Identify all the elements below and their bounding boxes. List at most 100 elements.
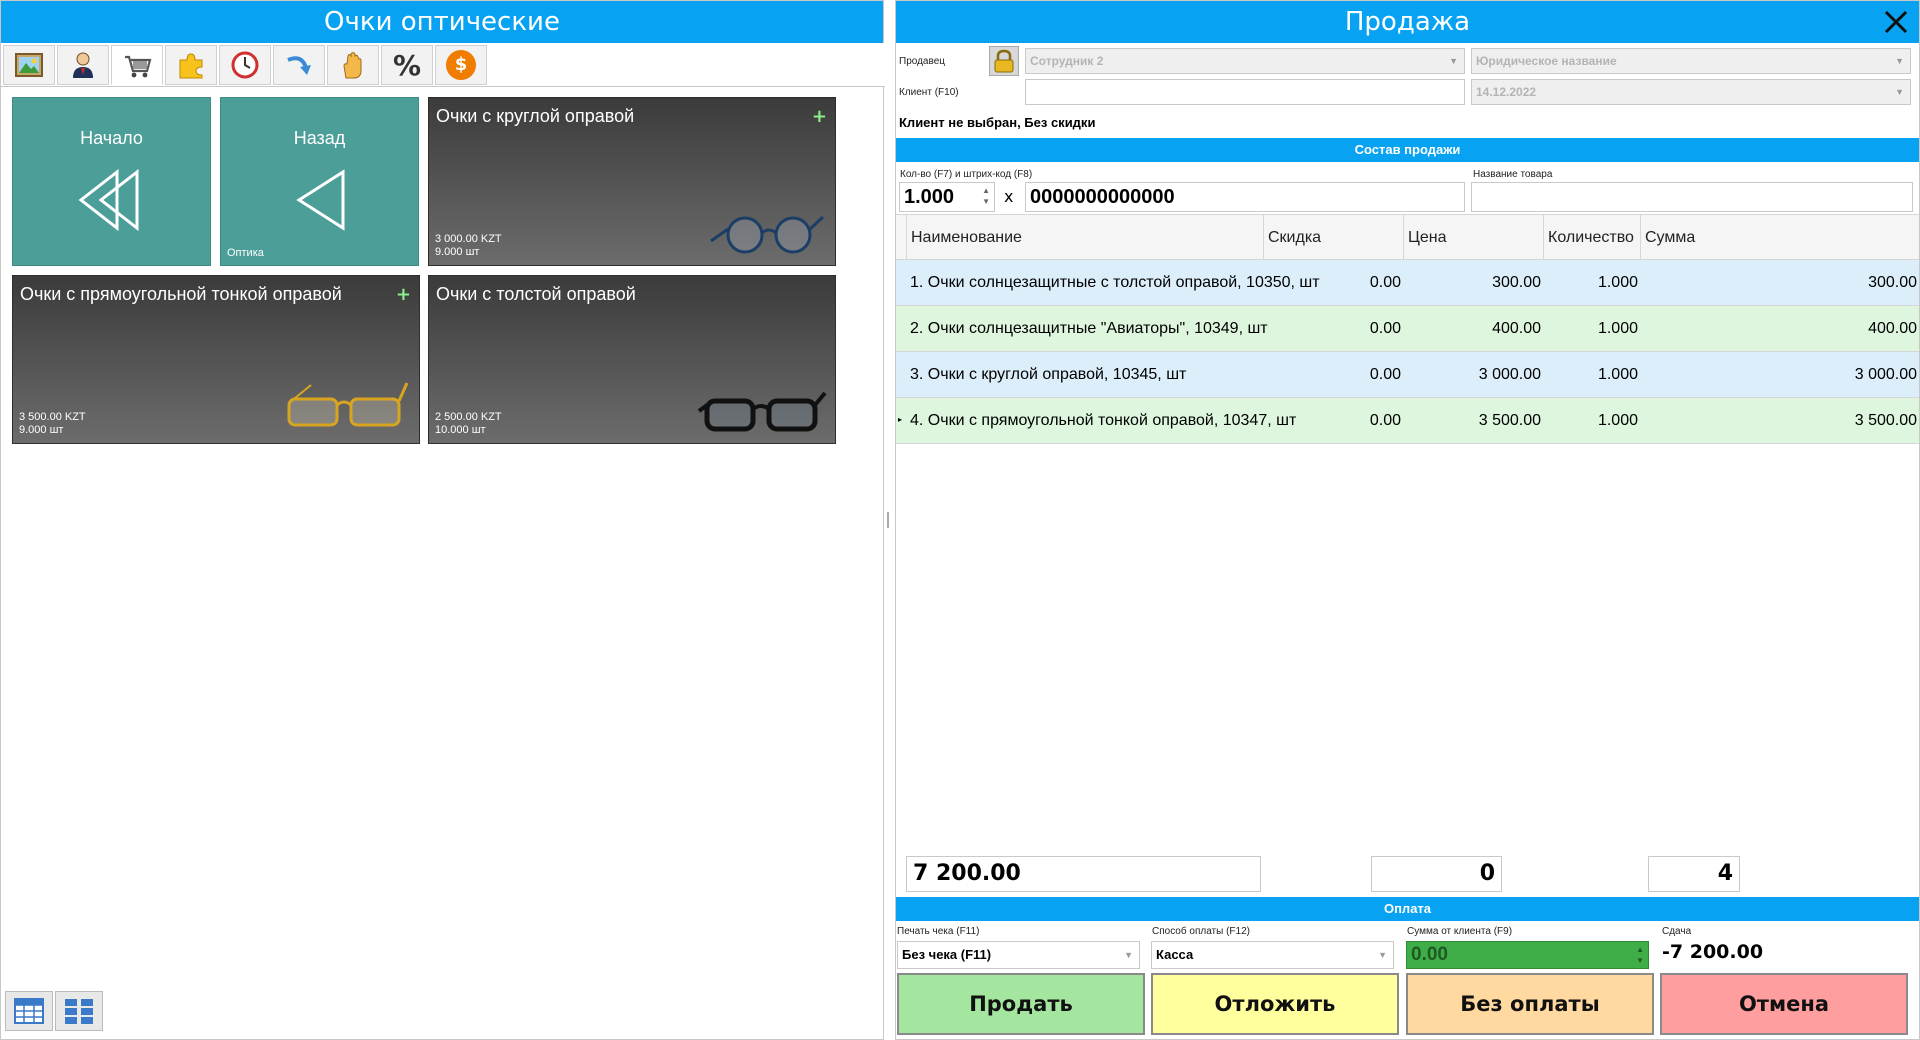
add-icon[interactable]: + — [812, 106, 827, 127]
row-price: 3 500.00 — [1478, 412, 1541, 429]
row-qty: 1.000 — [1597, 274, 1638, 291]
lock-icon[interactable] — [989, 46, 1019, 76]
stepper-arrows-icon[interactable]: ▲ ▼ — [982, 185, 990, 207]
start-tile[interactable]: Начало — [12, 97, 211, 266]
qty-label: Кол-во (F7) и штрих-код (F8) — [900, 169, 1033, 180]
row-sum: 3 500.00 — [1854, 412, 1917, 429]
payment-method-select[interactable]: Касса ▼ — [1151, 941, 1394, 969]
client-field[interactable] — [1025, 79, 1465, 105]
row-sum: 300.00 — [1868, 274, 1917, 291]
dollar-symbol: $ — [446, 50, 476, 80]
start-label: Начало — [80, 128, 143, 148]
catalog-panel: Очки оптические % $ Начало Назад Оптика … — [0, 0, 885, 1040]
qty-value: 1.000 — [904, 186, 955, 208]
row-qty: 1.000 — [1597, 320, 1638, 337]
table-row[interactable]: 2. Очки солнцезащитные "Авиаторы", 10349… — [896, 306, 1919, 352]
table-row[interactable]: 3. Очки с круглой оправой, 10345, шт 0.0… — [896, 352, 1919, 398]
left-arrow-icon — [296, 169, 345, 231]
row-pointer-icon: ▸ — [898, 415, 903, 424]
picture-icon[interactable] — [3, 45, 55, 85]
product-name: Очки с прямоугольной тонкой оправой — [20, 284, 342, 304]
table-header: Наименование Скидка Цена Количество Сумм… — [896, 214, 1919, 261]
sale-title-bar: Продажа — [896, 1, 1919, 43]
row-discount: 0.00 — [1369, 274, 1401, 291]
seller-value: Сотрудник 2 — [1030, 54, 1104, 68]
chevron-down-icon: ▼ — [1895, 87, 1904, 97]
composition-bar: Состав продажи — [896, 138, 1919, 162]
row-name: 1. Очки солнцезащитные с толстой оправой… — [910, 274, 1320, 291]
hand-icon[interactable] — [327, 45, 379, 85]
add-icon[interactable]: + — [396, 284, 411, 305]
splitter-handle[interactable] — [887, 512, 889, 528]
sale-title: Продажа — [1344, 7, 1471, 37]
row-qty: 1.000 — [1597, 412, 1638, 429]
product-tile[interactable]: Очки с толстой оправой 2 500.00 KZT 10.0… — [428, 275, 836, 444]
date-field[interactable]: 14.12.2022 ▼ — [1471, 79, 1911, 105]
row-name: 2. Очки солнцезащитные "Авиаторы", 10349… — [910, 320, 1268, 337]
cart-icon[interactable] — [111, 45, 163, 85]
user-icon[interactable] — [57, 45, 109, 85]
barcode-input[interactable]: 0000000000000 — [1025, 182, 1465, 212]
column-name[interactable]: Наименование — [906, 215, 1263, 261]
column-sum[interactable]: Сумма — [1640, 215, 1919, 261]
print-label: Печать чека (F11) — [897, 926, 980, 937]
product-name: Очки с толстой оправой — [436, 284, 636, 304]
legal-name-select[interactable]: Юридическое название ▼ — [1471, 48, 1911, 74]
column-discount[interactable]: Скидка — [1263, 215, 1403, 261]
row-price: 400.00 — [1492, 320, 1541, 337]
close-icon[interactable] — [1881, 7, 1911, 37]
chevron-down-icon: ▼ — [1124, 950, 1133, 960]
puzzle-icon[interactable] — [165, 45, 217, 85]
no-payment-button[interactable]: Без оплаты — [1406, 973, 1654, 1035]
row-sum: 400.00 — [1868, 320, 1917, 337]
total-sum: 7 200.00 — [906, 856, 1261, 892]
row-name: 3. Очки с круглой оправой, 10345, шт — [910, 366, 1187, 383]
return-arrow-icon[interactable] — [273, 45, 325, 85]
product-tile[interactable]: Очки с прямоугольной тонкой оправой + 3 … — [12, 275, 420, 444]
date-value: 14.12.2022 — [1476, 85, 1537, 99]
round-glasses-image — [710, 215, 825, 254]
back-subtitle: Оптика — [227, 247, 264, 259]
qty-stepper[interactable]: 1.000 ▲ ▼ — [899, 182, 995, 212]
back-tile[interactable]: Назад Оптика — [220, 97, 419, 266]
table-row[interactable]: 1. Очки солнцезащитные с толстой оправой… — [896, 260, 1919, 306]
column-qty[interactable]: Количество — [1543, 215, 1640, 261]
change-value: -7 200.00 — [1662, 941, 1764, 963]
row-qty: 1.000 — [1597, 366, 1638, 383]
sell-button[interactable]: Продать — [897, 973, 1145, 1035]
product-price: 2 500.00 KZT — [435, 411, 502, 423]
seller-select[interactable]: Сотрудник 2 ▼ — [1025, 48, 1465, 74]
postpone-button[interactable]: Отложить — [1151, 973, 1399, 1035]
clock-icon[interactable] — [219, 45, 271, 85]
row-discount: 0.00 — [1369, 320, 1401, 337]
product-name-input[interactable] — [1471, 182, 1913, 212]
thick-glasses-image — [697, 391, 827, 432]
multiply-sign: x — [1004, 187, 1014, 206]
table-view-icon[interactable] — [5, 991, 53, 1031]
dollar-coin-icon[interactable]: $ — [435, 45, 487, 85]
client-label: Клиент (F10) — [899, 87, 959, 98]
column-price[interactable]: Цена — [1403, 215, 1543, 261]
double-left-arrow-icon — [78, 168, 139, 232]
stepper-arrows-icon[interactable]: ▲ ▼ — [1636, 944, 1644, 966]
product-stock: 10.000 шт — [435, 424, 486, 436]
product-price: 3 000.00 KZT — [435, 233, 502, 245]
back-label: Назад — [293, 128, 346, 148]
row-price: 300.00 — [1492, 274, 1541, 291]
chevron-down-icon: ▼ — [1378, 950, 1387, 960]
row-discount: 0.00 — [1369, 412, 1401, 429]
cancel-button[interactable]: Отмена — [1660, 973, 1908, 1035]
change-label: Сдача — [1662, 926, 1692, 937]
table-row[interactable]: ▸ 4. Очки с прямоугольной тонкой оправой… — [896, 398, 1919, 444]
print-select[interactable]: Без чека (F11) ▼ — [897, 941, 1140, 969]
total-qty: 4 — [1648, 856, 1740, 892]
product-stock: 9.000 шт — [435, 246, 480, 258]
sale-panel: Продажа Продавец Сотрудник 2 ▼ Юридическ… — [895, 0, 1920, 1040]
client-sum-label: Сумма от клиента (F9) — [1407, 926, 1513, 937]
client-sum-input[interactable]: 0.00 ▲ ▼ — [1406, 941, 1649, 969]
chevron-down-icon: ▼ — [1895, 56, 1904, 66]
product-tile[interactable]: Очки с круглой оправой + 3 000.00 KZT 9.… — [428, 97, 836, 266]
percent-icon[interactable]: % — [381, 45, 433, 85]
tiles-view-icon[interactable] — [55, 991, 103, 1031]
seller-label: Продавец — [899, 56, 945, 67]
